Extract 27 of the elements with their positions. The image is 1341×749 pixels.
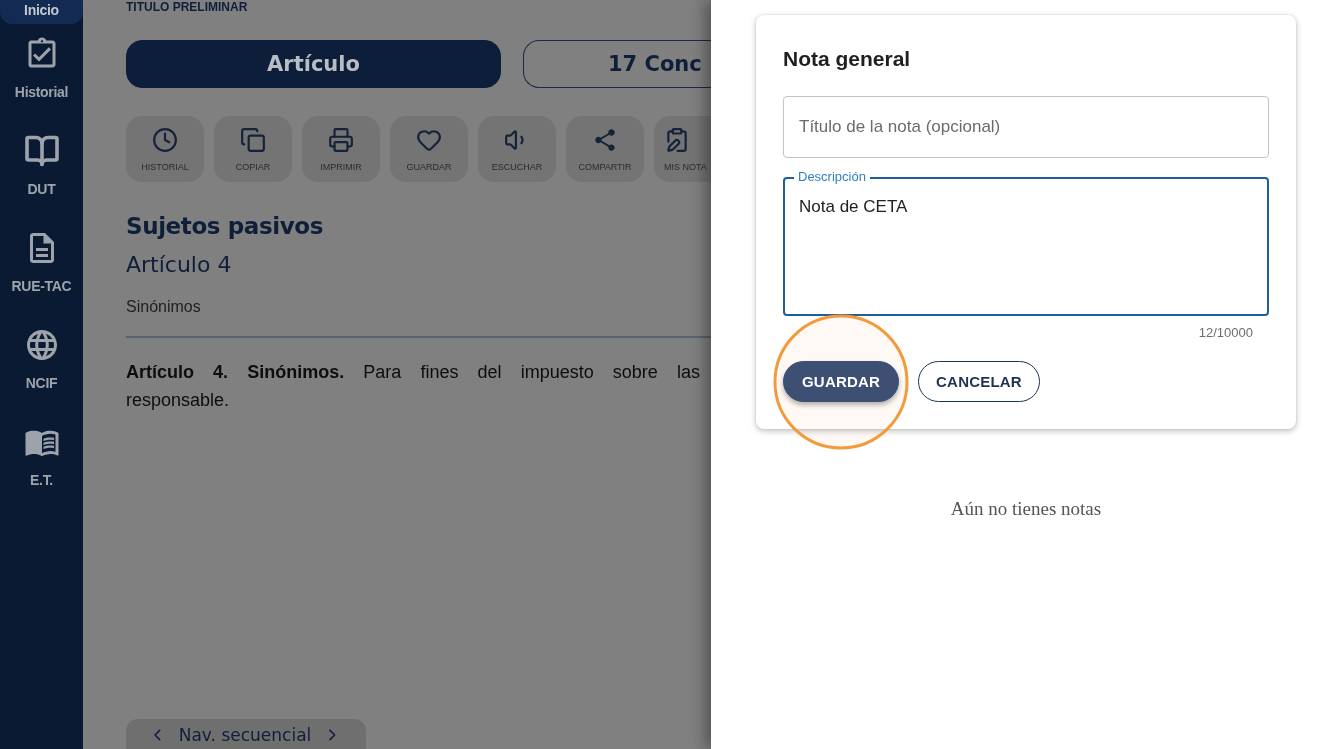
card-title: Nota general	[783, 46, 911, 72]
copy-icon	[240, 127, 266, 153]
sidebar-item[interactable]: Inicio	[0, 0, 83, 24]
character-counter: 12/10000	[1198, 325, 1253, 341]
article-heading: Sujetos pasivos	[126, 212, 323, 241]
printer-icon	[328, 127, 354, 153]
title-input[interactable]: Título de la nota (opcional)	[783, 96, 1269, 158]
sidebar-item[interactable]: Historial	[0, 24, 83, 121]
empty-notes-message: Aún no tienes notas	[950, 498, 1102, 520]
article-number: Artículo 4	[126, 251, 232, 279]
sidebar-item[interactable]: DUT	[0, 121, 83, 218]
sidebar-item[interactable]: E.T.	[0, 412, 83, 509]
save-button[interactable]: GUARDAR	[783, 361, 900, 402]
article-subtitle: Sinónimos	[126, 297, 201, 317]
clock-icon	[152, 127, 178, 153]
heart-icon	[416, 127, 442, 153]
open-book-icon	[23, 133, 60, 169]
field-label: Descripción	[794, 169, 870, 185]
view-tab[interactable]: Artículo	[126, 40, 501, 88]
sidebar-item[interactable]: RUE-TAC	[0, 218, 83, 315]
clipboard-pen-icon	[664, 127, 690, 153]
cancel-button[interactable]: CANCELAR	[918, 361, 1040, 402]
breadcrumb: TITULO PRELIMINAR	[126, 0, 248, 14]
sidebar-item[interactable]: NCIF	[0, 315, 83, 412]
share-icon	[592, 127, 618, 153]
article-text: Artículo 4. Sinónimos. Para fines del impuesto sobre las responsable.	[126, 361, 700, 412]
nav-label: Nav. secuencial	[178, 724, 312, 746]
